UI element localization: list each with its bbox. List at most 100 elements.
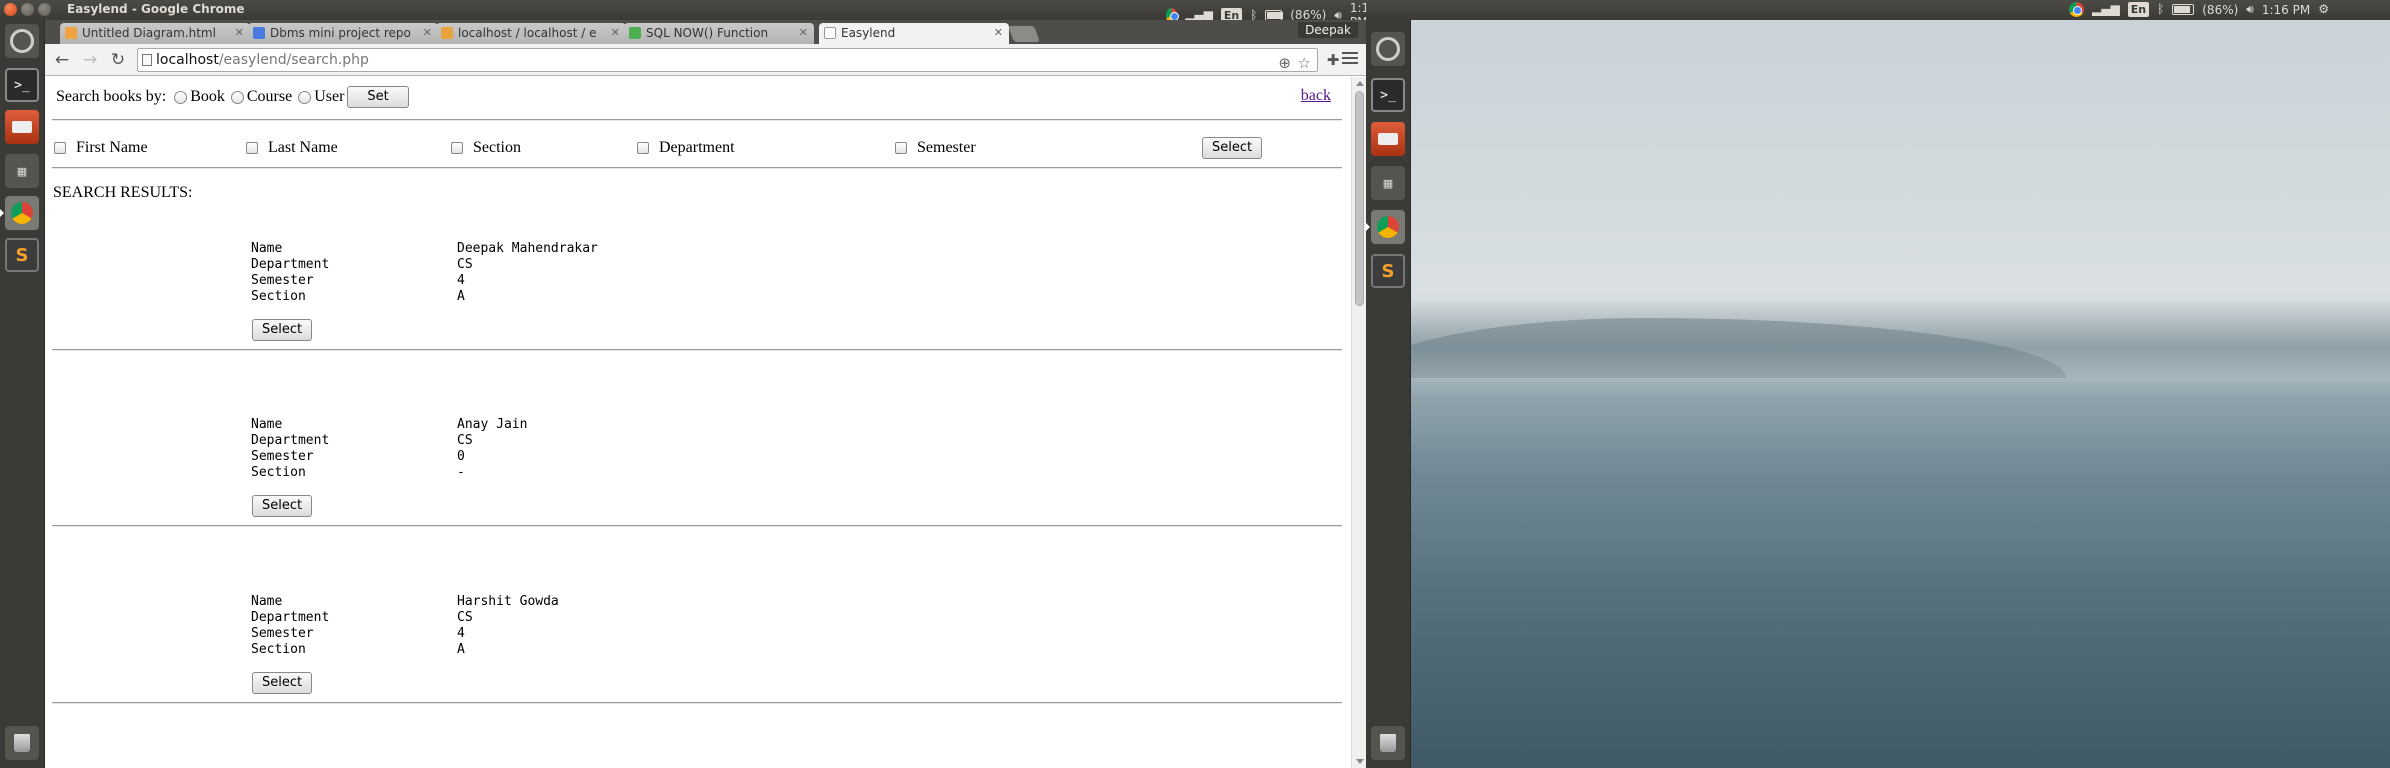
bluetooth-icon[interactable]: ᛒ [2157, 1, 2164, 18]
set-button[interactable]: Set [347, 86, 409, 108]
battery-icon[interactable] [2172, 4, 2195, 15]
name-value: Harshit Gowda [457, 594, 559, 609]
checkbox[interactable] [54, 142, 66, 154]
workspace-switcher-icon[interactable]: ▦ [5, 154, 39, 188]
minimize-window-button[interactable] [21, 3, 34, 16]
window-controls [4, 3, 51, 16]
radio-label: Course [246, 88, 293, 105]
radio-book[interactable]: Book [174, 88, 225, 106]
field-label: Name [251, 417, 283, 432]
clock[interactable]: 1:16 PM [2262, 3, 2310, 17]
field-label: Semester [251, 626, 314, 641]
keyboard-layout-indicator[interactable]: En [2127, 2, 2150, 17]
checkbox[interactable] [895, 142, 907, 154]
address-bar[interactable]: localhost/easylend/search.php ⊕ ☆ [137, 48, 1318, 72]
filter-select-button[interactable]: Select [1202, 137, 1263, 159]
sublime-launcher-icon[interactable]: S [5, 238, 39, 272]
tab-easylend[interactable]: Easylend ✕ [819, 23, 1009, 44]
close-tab-icon[interactable]: ✕ [994, 26, 1003, 39]
semester-value: 4 [457, 626, 465, 641]
page-info-icon[interactable] [142, 54, 152, 66]
name-value: Anay Jain [457, 417, 528, 432]
trash-icon[interactable] [1371, 726, 1405, 760]
top-panel: Easylend - Google Chrome ▂▄▆ En ᛒ (86%) … [0, 0, 1366, 29]
filter-section[interactable]: Section [451, 139, 521, 157]
volume-icon[interactable]: 🔊︎ [2246, 1, 2254, 18]
radio-user[interactable]: User [298, 88, 344, 106]
battery-percent: (86%) [2202, 2, 2239, 17]
maximize-window-button[interactable] [38, 3, 51, 16]
filter-semester[interactable]: Semester [895, 139, 976, 157]
tab-sql-now[interactable]: SQL NOW() Function ✕ [624, 23, 814, 44]
checkbox[interactable] [637, 142, 649, 154]
url-path: /easylend/search.php [218, 52, 369, 68]
section-value: A [457, 642, 465, 657]
gear-icon[interactable]: ⚙ [2318, 1, 2329, 18]
chrome-menu-icon[interactable] [1342, 49, 1358, 69]
semester-value: 4 [457, 273, 465, 288]
close-tab-icon[interactable]: ✕ [235, 26, 244, 39]
files-launcher-icon[interactable] [5, 110, 39, 144]
close-tab-icon[interactable]: ✕ [611, 26, 620, 39]
radio-course[interactable]: Course [230, 88, 293, 106]
checkbox[interactable] [451, 142, 463, 154]
field-label: Semester [251, 273, 314, 288]
filter-department[interactable]: Department [637, 139, 735, 157]
dash-home-button[interactable] [1371, 32, 1405, 66]
close-window-button[interactable] [4, 3, 17, 16]
page-scrollbar[interactable] [1351, 77, 1366, 768]
tab-title: SQL NOW() Function [646, 26, 769, 40]
trash-icon[interactable] [5, 726, 39, 760]
new-tab-button[interactable] [1008, 26, 1040, 42]
divider [52, 525, 1342, 527]
reload-icon[interactable]: ↻ [107, 49, 129, 71]
chrome-launcher-icon[interactable] [1366, 210, 1405, 244]
network-icon[interactable]: ▂▄▆ [2092, 1, 2120, 18]
page-favicon-icon [824, 27, 836, 39]
terminal-launcher-icon[interactable]: >_ [1371, 78, 1405, 112]
radio-button[interactable] [174, 90, 188, 104]
profile-button[interactable]: Deepak [1298, 22, 1358, 38]
close-tab-icon[interactable]: ✕ [423, 26, 432, 39]
field-label: Department [251, 610, 330, 625]
extension-icon[interactable]: ✚ [1322, 49, 1344, 71]
select-result-button[interactable]: Select [252, 672, 313, 694]
filter-last-name[interactable]: Last Name [246, 139, 338, 157]
scrollbar-thumb[interactable] [1355, 91, 1364, 306]
select-result-button[interactable]: Select [252, 495, 313, 517]
tab-title: Untitled Diagram.html [82, 26, 216, 40]
back-arrow-icon[interactable]: ← [51, 49, 73, 71]
terminal-launcher-icon[interactable]: >_ [5, 68, 39, 102]
chrome-tray-icon[interactable] [2069, 2, 2084, 17]
zoom-icon[interactable]: ⊕ [1278, 52, 1291, 74]
radio-button[interactable] [298, 90, 312, 104]
dash-home-button[interactable] [5, 24, 39, 58]
back-link[interactable]: back [1301, 87, 1331, 105]
scroll-down-arrow-icon[interactable] [1356, 759, 1364, 764]
chrome-launcher-icon[interactable] [0, 196, 39, 230]
scroll-up-arrow-icon[interactable] [1356, 81, 1364, 86]
checkbox[interactable] [246, 142, 258, 154]
close-tab-icon[interactable]: ✕ [799, 26, 808, 39]
radio-button[interactable] [230, 90, 244, 104]
tab-untitled-diagram[interactable]: Untitled Diagram.html ✕ [60, 23, 250, 44]
files-launcher-icon[interactable] [1371, 122, 1405, 156]
search-by-label: Search books by: [56, 88, 167, 105]
field-label: Section [251, 465, 306, 480]
forward-arrow-icon[interactable]: → [79, 49, 101, 71]
workspace-switcher-icon[interactable]: ▦ [1371, 166, 1405, 200]
search-by-row: Search books by: Book Course User Set [56, 86, 409, 108]
field-label: Name [251, 594, 283, 609]
department-value: CS [457, 610, 473, 625]
battery-icon[interactable] [1265, 9, 1284, 21]
department-value: CS [457, 257, 473, 272]
sublime-launcher-icon[interactable]: S [1371, 254, 1405, 288]
select-result-button[interactable]: Select [252, 319, 313, 341]
filter-first-name[interactable]: First Name [54, 139, 148, 157]
tab-phpmyadmin[interactable]: localhost / localhost / e ✕ [436, 23, 626, 44]
bookmark-star-icon[interactable]: ☆ [1298, 52, 1311, 74]
department-value: CS [457, 433, 473, 448]
tab-dbms-report[interactable]: Dbms mini project repo ✕ [248, 23, 438, 44]
semester-value: 0 [457, 449, 465, 464]
divider [52, 349, 1342, 351]
